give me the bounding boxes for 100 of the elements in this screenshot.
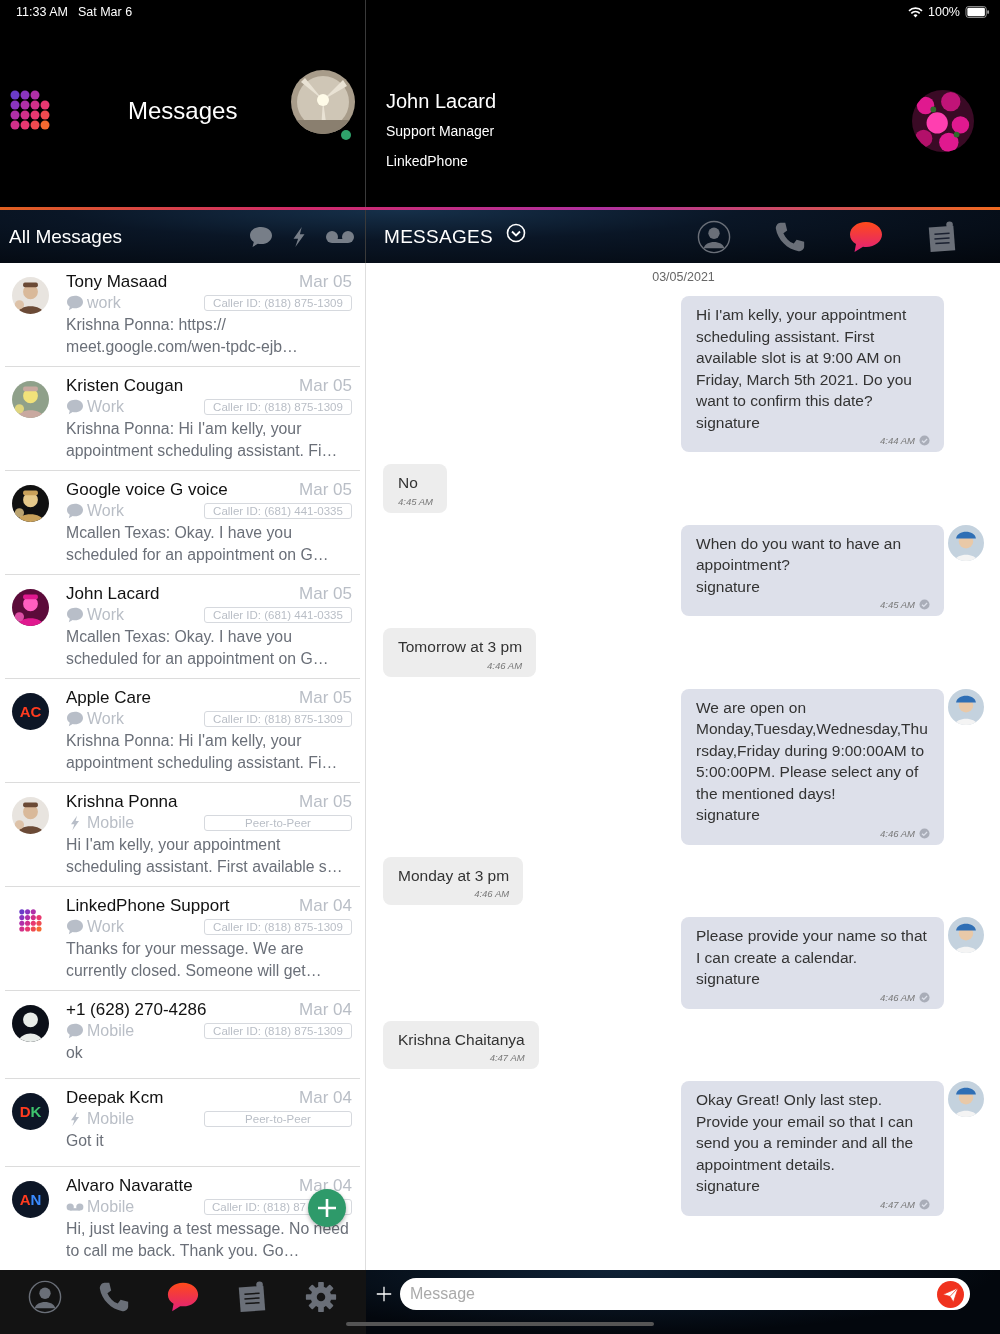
message-time: 4:46 AM: [879, 991, 915, 1003]
message-preview: Got it: [66, 1131, 105, 1151]
message-preview: Mcallen Texas: Okay. I have you scheduled for an appointment on G…: [66, 523, 330, 565]
contact-company: LinkedPhone: [386, 153, 469, 169]
conversation-item[interactable]: AC Apple Care Mar 05 Work Caller ID: (818) 875-1309 Krishna Ponna: Hi I'am kelly, your appointment scheduling assistant. Fi…: [5, 679, 360, 783]
line-type: Work: [87, 502, 125, 520]
message-text: Okay Great! Only last step. Provide your email so that I can send you a reminder and all the appointment details.: [696, 1090, 915, 1175]
message-text: When do you want to have an appointment?: [696, 533, 903, 575]
page-title: Messages: [128, 96, 239, 125]
contact-name: +1 (628) 270-4286: [66, 1000, 207, 1020]
message-text: Tomorrow at 3 pm: [398, 637, 523, 657]
caller-id-tag: Peer-to-Peer: [204, 1111, 352, 1127]
caller-id-tag: Caller ID: (818) 875-1309: [204, 711, 352, 727]
contact-name: John Lacard: [66, 584, 160, 604]
message-date: Mar 04: [299, 1000, 352, 1020]
line-type: Mobile: [87, 1198, 135, 1216]
send-icon[interactable]: [937, 1280, 964, 1308]
status-date: Sat Mar 6: [77, 5, 133, 19]
message-time: 4:47 AM: [489, 1052, 525, 1063]
contact-name: Deepak Kcm: [66, 1088, 164, 1108]
message-time: 4:45 AM: [398, 495, 434, 507]
conversation-item[interactable]: Kristen Cougan Mar 05 Work Caller ID: (818) 875-1309 Krishna Ponna: Hi I'am kelly, your appointment scheduling assistant. Fi…: [5, 367, 360, 471]
list-title: All Messages: [9, 225, 122, 248]
chat-nav-icon[interactable]: [165, 1280, 200, 1314]
message-text: Monday at 3 pm: [398, 865, 510, 886]
message-date: Mar 05: [299, 792, 352, 812]
message-date: Mar 05: [299, 480, 352, 500]
chat-tab-icon[interactable]: [848, 219, 884, 254]
chevron-down-icon[interactable]: [506, 222, 527, 243]
line-type: Work: [87, 918, 125, 936]
message-date: Mar 04: [299, 1088, 352, 1108]
chat-icon: [66, 1023, 84, 1039]
plus-icon: [317, 1198, 337, 1218]
app-logo-icon: [19, 909, 43, 933]
message-text: Hi I'am kelly, your appointment scheduling assistant. First available slot is at 9:00 AM on Friday, March 5th 2021. Do you want to confirm this date?: [696, 305, 913, 411]
initials-avatar: AC: [12, 693, 49, 730]
contact-role: Support Manager: [386, 123, 496, 139]
settings-nav-icon[interactable]: [304, 1280, 339, 1314]
message-time: 4:46 AM: [474, 888, 510, 899]
chat-icon: [66, 919, 84, 935]
message-preview: Krishna Ponna: Hi I'am kelly, your appointment scheduling assistant. Fi…: [66, 731, 339, 773]
messages-dropdown[interactable]: MESSAGES: [384, 225, 494, 248]
attach-plus-icon[interactable]: [376, 1286, 392, 1302]
message-text: Please provide your name so that I can create a calendar.: [696, 926, 928, 968]
check-icon: [919, 599, 930, 610]
message-signature: signature: [696, 412, 761, 433]
message-text: Krishna Chaitanya: [398, 1029, 525, 1050]
message-time: 4:45 AM: [879, 599, 915, 610]
message-signature: signature: [696, 1176, 761, 1196]
message-text: We are open on Monday,Tuesday,Wednesday,Thursday,Friday during 9:00:00AM to 5:00:00PM. Please select any of the mentioned days!: [696, 697, 929, 804]
line-type: Mobile: [87, 814, 135, 832]
initials-avatar: DK: [12, 1093, 49, 1130]
battery-level: 100%: [928, 5, 960, 19]
message-preview: Hi, just leaving a test message. No need to call me back. Thank you. Go…: [66, 1219, 350, 1261]
contact-name: Alvaro Navaratte: [66, 1176, 193, 1196]
chat-icon: [66, 503, 84, 519]
contact-name: Kristen Cougan: [66, 376, 184, 396]
caller-id-tag: Caller ID: (681) 441-0335: [204, 607, 352, 623]
chat-icon: [66, 607, 84, 623]
chat-icon[interactable]: [249, 225, 273, 248]
message-date: Mar 04: [299, 896, 352, 916]
conversation-item[interactable]: LinkedPhone Support Mar 04 Work Caller ID: (818) 875-1309 Thanks for your message. We are currently closed. Someone will get…: [5, 887, 360, 991]
chat-icon: [66, 711, 84, 727]
caller-id-tag: Peer-to-Peer: [204, 815, 352, 831]
check-icon: [919, 435, 930, 446]
message-time: 4:46 AM: [487, 659, 523, 671]
contacts-nav-icon[interactable]: [27, 1280, 62, 1314]
person-avatar-icon: [12, 1005, 49, 1042]
message-time: 4:44 AM: [879, 435, 915, 446]
conversation-item[interactable]: DK Deepak Kcm Mar 04 Mobile Peer-to-Peer Got it: [5, 1079, 360, 1167]
date-separator: 03/05/2021: [652, 270, 715, 284]
initials-avatar: AN: [12, 1181, 49, 1218]
contact-name: Tony Masaad: [66, 272, 168, 292]
message-date: Mar 04: [299, 1176, 352, 1196]
message-signature: signature: [696, 805, 761, 825]
check-icon: [919, 991, 930, 1003]
contact-name: John Lacard: [386, 90, 498, 113]
check-icon: [919, 1198, 930, 1210]
message-date: Mar 05: [299, 272, 352, 292]
conversation-item[interactable]: Krishna Ponna Mar 05 Mobile Peer-to-Peer Hi I'am kelly, your appointment scheduling assistant. First available s…: [5, 783, 360, 887]
check-icon: [919, 827, 930, 839]
contact-name: LinkedPhone Support: [66, 896, 230, 916]
chat-icon: [66, 295, 84, 311]
message-input[interactable]: Message: [400, 1278, 970, 1310]
message-preview: Mcallen Texas: Okay. I have you scheduled for an appointment on G…: [66, 627, 330, 669]
line-type: Work: [87, 398, 125, 416]
line-type: Work: [87, 710, 125, 728]
caller-id-tag: Caller ID: (818) 875-1309: [204, 295, 352, 311]
conversation-item[interactable]: Google voice G voice Mar 05 Work Caller ID: (681) 441-0335 Mcallen Texas: Okay. I have you scheduled for an appointment on G…: [5, 471, 360, 575]
message-preview: ok: [66, 1043, 84, 1063]
conversation-item[interactable]: John Lacard Mar 05 Work Caller ID: (681) 441-0335 Mcallen Texas: Okay. I have you scheduled for an appointment on G…: [5, 575, 360, 679]
conversation-item[interactable]: +1 (628) 270-4286 Mar 04 Mobile Caller ID: (818) 875-1309 ok: [5, 991, 360, 1079]
conversation-item[interactable]: Tony Masaad Mar 05 work Caller ID: (818) 875-1309 Krishna Ponna: https:// meet.google.com/wen-tpdc-ejb…: [5, 263, 360, 367]
message-preview: Thanks for your message. We are currently closed. Someone will get…: [66, 939, 323, 981]
voicemail-icon[interactable]: [325, 229, 355, 244]
contact-tab-icon[interactable]: [696, 219, 732, 254]
contact-name: Google voice G voice: [66, 480, 228, 500]
contact-name: Krishna Ponna: [66, 792, 178, 812]
wifi-icon: [908, 6, 923, 18]
message-preview: Krishna Ponna: https:// meet.google.com/wen-tpdc-ejb…: [66, 315, 299, 357]
